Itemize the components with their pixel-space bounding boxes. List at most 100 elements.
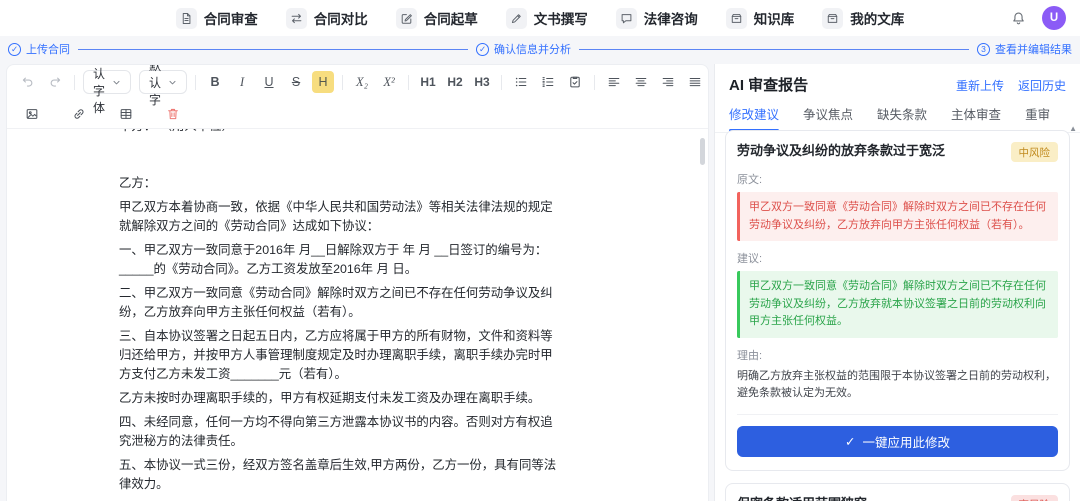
superscript-button[interactable]: X² [378, 71, 400, 93]
contract-document[interactable]: 甲方： （用人单位） 乙方： 甲乙双方本着协商一致，依据《中华人民共和国劳动法》… [7, 129, 708, 501]
heading1-button[interactable]: H1 [417, 71, 439, 93]
avatar[interactable]: U [1042, 6, 1066, 30]
subscript-button[interactable]: X₂ [351, 71, 373, 93]
doc-paragraph: 四、未经同意，任何一方均不得向第三方泄露本协议书的内容。否则对方有权追究泄秘方的… [119, 413, 563, 451]
step-check-icon: ✓ [476, 43, 489, 56]
nav-item-legal-consult[interactable]: 法律咨询 [616, 8, 698, 29]
nav-item-contract-review[interactable]: 合同审查 [176, 8, 258, 29]
apply-fix-button[interactable]: ✓ 一键应用此修改 [737, 426, 1058, 457]
redo-button[interactable] [44, 71, 66, 93]
nav-label: 合同起草 [424, 8, 478, 28]
nav-label: 合同对比 [314, 8, 368, 28]
suggestion-cards-list: 劳动争议及纠纷的放弃条款过于宽泛 中风险 原文: 甲乙双方一致同意《劳动合同》解… [715, 120, 1080, 501]
card-header: 劳动争议及纠纷的放弃条款过于宽泛 中风险 [737, 142, 1058, 162]
insert-link-button[interactable] [68, 103, 90, 125]
task-list-button[interactable] [564, 71, 586, 93]
nav-item-knowledge-base[interactable]: 知识库 [726, 8, 795, 29]
font-family-value: 默认字体 [93, 64, 105, 116]
original-text-block: 甲乙双方一致同意《劳动合同》解除时双方之间已不存在任何劳动争议及纠纷，乙方放弃向… [737, 192, 1058, 241]
contract-editor-panel: 默认字体 默认字 B I U S H X₂ X² H1 H2 H [6, 64, 709, 501]
highlight-button[interactable]: H [312, 71, 334, 93]
align-justify-button[interactable] [684, 71, 706, 93]
delete-button[interactable] [162, 103, 184, 125]
suggestion-text-block: 甲乙双方一致同意《劳动合同》解除时双方之间已不存在任何劳动争议及纠纷，乙方放弃就… [737, 271, 1058, 338]
doc-paragraph: 甲乙双方本着协商一致，依据《中华人民共和国劳动法》等相关法律法规的规定就解除双方… [119, 198, 563, 236]
reupload-link[interactable]: 重新上传 [956, 77, 1004, 94]
chat-icon [616, 8, 637, 29]
step-label: 查看并编辑结果 [995, 41, 1072, 57]
card-title: 保密条款适用范围狭窄 [737, 495, 1011, 501]
bullet-list-button[interactable] [510, 71, 532, 93]
heading3-button[interactable]: H3 [471, 71, 493, 93]
step-check-icon: ✓ [8, 43, 21, 56]
nav-right: U [1011, 0, 1066, 36]
step-connector [579, 49, 969, 50]
step-label: 确认信息并分析 [494, 41, 571, 57]
strikethrough-button[interactable]: S [285, 71, 307, 93]
pencil-icon [506, 8, 527, 29]
risk-badge: 中风险 [1011, 142, 1059, 162]
insert-image-button[interactable] [21, 103, 43, 125]
bell-icon[interactable] [1011, 11, 1026, 26]
editor-toolbar-row2 [7, 99, 708, 129]
step-view-edit-result[interactable]: 3 查看并编辑结果 [977, 41, 1072, 57]
main-area: 默认字体 默认字 B I U S H X₂ X² H1 H2 H [0, 62, 1080, 501]
archive-icon [822, 8, 843, 29]
toolbar-divider [594, 75, 595, 90]
compare-icon [286, 8, 307, 29]
nav-item-contract-compare[interactable]: 合同对比 [286, 8, 368, 29]
archive-icon [726, 8, 747, 29]
ai-review-report-panel: AI 审查报告 重新上传 返回历史 修改建议 争议焦点 缺失条款 主体审查 重审… [714, 64, 1080, 501]
editor-scrollbar-thumb[interactable] [700, 138, 705, 165]
reason-text: 明确乙方放弃主张权益的范围限于本协议签署之日前的劳动权利，避免条款被认定为无效。 [737, 368, 1058, 403]
risk-badge: 高风险 [1011, 495, 1059, 501]
card-header: 保密条款适用范围狭窄 高风险 [737, 495, 1058, 501]
step-upload-contract[interactable]: ✓ 上传合同 [8, 41, 70, 57]
step-confirm-analyze[interactable]: ✓ 确认信息并分析 [476, 41, 571, 57]
step-label: 上传合同 [26, 41, 70, 57]
underline-button[interactable]: U [258, 71, 280, 93]
check-icon: ✓ [845, 434, 855, 449]
card-divider [737, 414, 1058, 415]
doc-paragraph: 甲方： （用人单位） [119, 129, 563, 136]
undo-button[interactable] [17, 71, 39, 93]
nav-label: 合同审查 [204, 8, 258, 28]
font-size-select[interactable]: 默认字 [139, 70, 187, 94]
step-connector [78, 49, 468, 50]
heading2-button[interactable]: H2 [444, 71, 466, 93]
italic-button[interactable]: I [231, 71, 253, 93]
apply-fix-label: 一键应用此修改 [862, 432, 950, 451]
toolbar-divider [342, 75, 343, 90]
nav-label: 文书撰写 [534, 8, 588, 28]
report-scroll-up-arrow[interactable]: ▲ [1069, 124, 1077, 133]
compose-icon [396, 8, 417, 29]
suggestion-card: 保密条款适用范围狭窄 高风险 原文: 未经同意，任何一方均不得向第三方泄露本协议… [725, 483, 1070, 501]
original-label: 原文: [737, 171, 1058, 187]
nav-item-contract-draft[interactable]: 合同起草 [396, 8, 478, 29]
bold-button[interactable]: B [204, 71, 226, 93]
history-link[interactable]: 返回历史 [1018, 77, 1066, 94]
nav-item-my-library[interactable]: 我的文库 [822, 8, 904, 29]
nav-item-document-writing[interactable]: 文书撰写 [506, 8, 588, 29]
suggestion-label: 建议: [737, 250, 1058, 266]
editor-toolbar-row1: 默认字体 默认字 B I U S H X₂ X² H1 H2 H [7, 65, 708, 99]
doc-paragraph: 二、甲乙双方一致同意《劳动合同》解除时双方之间已不存在任何劳动争议及纠纷，乙方放… [119, 284, 563, 322]
nav-items: 合同审查 合同对比 合同起草 文书撰写 法律咨询 [176, 8, 905, 29]
doc-paragraph: 三、自本协议签署之日起五日内，乙方应将属于甲方的所有财物，文件和资料等归还给甲方… [119, 327, 563, 384]
reason-label: 理由: [737, 347, 1058, 363]
ordered-list-button[interactable] [537, 71, 559, 93]
step-number: 3 [977, 43, 990, 56]
toolbar-divider [74, 75, 75, 90]
document-icon [176, 8, 197, 29]
insert-table-button[interactable] [115, 103, 137, 125]
suggestion-card: 劳动争议及纠纷的放弃条款过于宽泛 中风险 原文: 甲乙双方一致同意《劳动合同》解… [725, 130, 1070, 471]
font-family-select[interactable]: 默认字体 [83, 70, 131, 94]
align-center-button[interactable] [630, 71, 652, 93]
chevron-down-icon [112, 78, 121, 87]
doc-paragraph: 乙方： [119, 174, 563, 193]
doc-paragraph: 五、本协议一式三份，经双方签名盖章后生效,甲方两份，乙方一份，具有同等法律效力。 [119, 456, 563, 494]
align-right-button[interactable] [657, 71, 679, 93]
steps-bar: ✓ 上传合同 ✓ 确认信息并分析 3 查看并编辑结果 [0, 36, 1080, 62]
report-actions: 重新上传 返回历史 [956, 77, 1066, 94]
align-left-button[interactable] [603, 71, 625, 93]
